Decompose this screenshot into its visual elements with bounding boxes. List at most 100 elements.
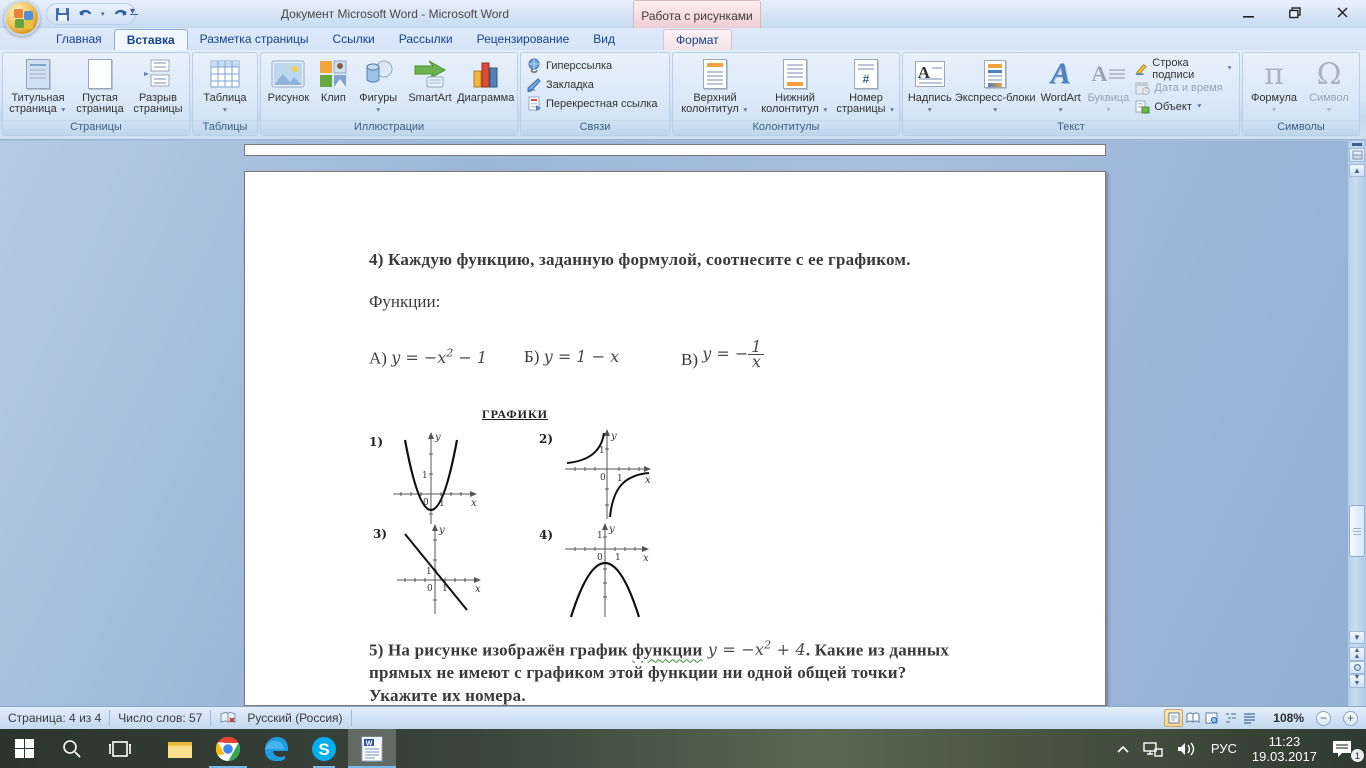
select-browse-object-button[interactable] bbox=[1349, 661, 1365, 674]
bookmark-icon bbox=[527, 78, 541, 92]
office-logo-icon bbox=[24, 20, 33, 29]
svg-text:1: 1 bbox=[599, 446, 605, 456]
ruler-toggle-button[interactable] bbox=[1349, 148, 1365, 162]
file-explorer-button[interactable] bbox=[156, 729, 204, 768]
scroll-up-icon[interactable]: ▲ bbox=[1349, 164, 1365, 177]
wordart-button[interactable]: А WordArt ▼ bbox=[1036, 55, 1086, 119]
language-indicator[interactable]: Русский (Россия) bbox=[247, 711, 342, 725]
page-break-button[interactable]: Разрыв страницы bbox=[129, 55, 187, 119]
graph2-hyperbola: y x 1 0 1 bbox=[565, 429, 651, 519]
split-handle[interactable] bbox=[1352, 143, 1362, 146]
footer-button[interactable]: Нижний колонтитул ▼ bbox=[755, 55, 835, 119]
tab-review[interactable]: Рецензирование bbox=[465, 29, 582, 50]
view-fullscreen-reading-button[interactable] bbox=[1183, 709, 1202, 727]
quick-parts-button[interactable]: Экспресс-блоки ▼ bbox=[955, 55, 1036, 119]
title-page-icon bbox=[26, 57, 50, 91]
view-draft-button[interactable] bbox=[1240, 709, 1259, 727]
zoom-level[interactable]: 108% bbox=[1273, 711, 1304, 725]
wordart-icon: А bbox=[1050, 57, 1071, 90]
office-logo-icon bbox=[24, 11, 33, 20]
date-time-button[interactable]: Дата и время bbox=[1131, 78, 1237, 97]
picture-button[interactable]: Рисунок bbox=[263, 55, 314, 119]
shapes-button[interactable]: Фигуры ▼ bbox=[353, 55, 404, 119]
volume-icon[interactable] bbox=[1170, 729, 1204, 768]
page-number-icon: # bbox=[854, 57, 878, 91]
scroll-track-upper[interactable] bbox=[1348, 177, 1366, 503]
clock[interactable]: 11:23 19.03.2017 bbox=[1244, 734, 1325, 764]
group-label-illustrations: Иллюстрации bbox=[261, 120, 517, 135]
scroll-track-lower[interactable] bbox=[1348, 559, 1366, 631]
table-button[interactable]: Таблица ▼ bbox=[196, 55, 254, 119]
graph1-parabola-up: y x 1 0 1 bbox=[393, 432, 477, 524]
chevron-down-icon: ▼ bbox=[1057, 107, 1065, 114]
chevron-down-icon: ▼ bbox=[1270, 107, 1278, 114]
document-area[interactable]: 4) Каждую функцию, заданную формулой, со… bbox=[0, 141, 1348, 706]
language-tray-indicator[interactable]: РУС bbox=[1204, 729, 1244, 768]
blank-page-button[interactable]: Пустая страница bbox=[71, 55, 129, 119]
title-page-button[interactable]: Титульная страница ▼ bbox=[5, 55, 71, 119]
word-count[interactable]: Число слов: 57 bbox=[118, 711, 202, 725]
zoom-in-button[interactable]: + bbox=[1343, 710, 1358, 726]
view-web-layout-button[interactable] bbox=[1202, 709, 1221, 727]
header-button[interactable]: Верхний колонтитул ▼ bbox=[675, 55, 755, 119]
page-indicator[interactable]: Страница: 4 из 4 bbox=[8, 711, 101, 725]
group-symbols: π Формула ▼ Ω Символ ▼ Символы bbox=[1242, 52, 1360, 136]
proofing-icon[interactable] bbox=[219, 711, 237, 725]
tab-view[interactable]: Вид bbox=[581, 29, 627, 50]
object-icon bbox=[1135, 100, 1150, 113]
signature-line-button[interactable]: Строка подписи ▼ bbox=[1131, 57, 1237, 81]
tab-page-layout[interactable]: Разметка страницы bbox=[188, 29, 321, 50]
start-button[interactable] bbox=[0, 729, 48, 768]
network-icon[interactable] bbox=[1136, 729, 1170, 768]
drop-cap-button[interactable]: А Буквица ▼ bbox=[1085, 55, 1131, 119]
task-view-button[interactable] bbox=[96, 729, 144, 768]
edge-button[interactable] bbox=[252, 729, 300, 768]
next-page-button[interactable]: ▼ ▼ bbox=[1349, 674, 1365, 688]
vertical-scrollbar[interactable]: ▲ ▼ ▲ ▲ ▼ ▼ bbox=[1348, 141, 1366, 706]
svg-text:x: x bbox=[471, 498, 477, 509]
scrollbar-thumb[interactable] bbox=[1349, 505, 1365, 557]
office-button[interactable] bbox=[4, 0, 40, 36]
tab-insert[interactable]: Вставка bbox=[113, 29, 188, 50]
object-button[interactable]: Объект ▼ bbox=[1131, 97, 1237, 116]
svg-text:1: 1 bbox=[597, 531, 603, 541]
svg-text:y: y bbox=[434, 432, 441, 443]
hyperlink-button[interactable]: Гиперссылка bbox=[523, 56, 616, 75]
restore-button[interactable] bbox=[1280, 0, 1310, 26]
action-center-button[interactable]: 1 bbox=[1325, 729, 1366, 768]
previous-page-button[interactable]: ▲ ▲ bbox=[1349, 647, 1365, 661]
chevron-down-icon: ▼ bbox=[59, 107, 67, 114]
smartart-button[interactable]: SmartArt bbox=[404, 55, 457, 119]
chrome-button[interactable] bbox=[204, 729, 252, 768]
clipart-button[interactable]: Клип bbox=[314, 55, 353, 119]
shapes-icon bbox=[361, 57, 395, 91]
chevron-down-icon: ▼ bbox=[741, 107, 749, 114]
minimize-button[interactable] bbox=[1234, 0, 1264, 26]
tab-mailings[interactable]: Рассылки bbox=[387, 29, 465, 50]
equation-button[interactable]: π Формула ▼ bbox=[1246, 55, 1302, 119]
skype-button[interactable]: S bbox=[300, 729, 348, 768]
document-page[interactable]: 4) Каждую функцию, заданную формулой, со… bbox=[244, 171, 1106, 706]
chart-button[interactable]: Диаграмма bbox=[456, 55, 515, 119]
view-outline-button[interactable] bbox=[1221, 709, 1240, 727]
hidden-icons-chevron[interactable] bbox=[1110, 729, 1136, 768]
tab-format[interactable]: Формат bbox=[663, 29, 732, 50]
close-button[interactable] bbox=[1328, 0, 1358, 26]
symbol-button[interactable]: Ω Символ ▼ bbox=[1302, 55, 1356, 119]
zoom-out-button[interactable]: − bbox=[1316, 710, 1331, 726]
browse-object-icon bbox=[1353, 664, 1361, 671]
tray-time: 11:23 bbox=[1268, 733, 1301, 749]
textbox-icon: А bbox=[914, 57, 945, 91]
page-number-button[interactable]: # Номер страницы ▼ bbox=[835, 55, 897, 119]
bookmark-button[interactable]: Закладка bbox=[523, 75, 598, 94]
view-print-layout-button[interactable] bbox=[1164, 709, 1184, 727]
tab-references[interactable]: Ссылки bbox=[321, 29, 387, 50]
date-time-icon bbox=[1135, 82, 1151, 95]
office-logo-icon bbox=[15, 19, 24, 28]
scroll-down-icon[interactable]: ▼ bbox=[1349, 631, 1365, 644]
textbox-button[interactable]: А Надпись ▼ bbox=[905, 55, 955, 119]
word-taskbar-button[interactable]: W bbox=[348, 729, 396, 768]
tab-home[interactable]: Главная bbox=[44, 29, 114, 50]
search-icon[interactable] bbox=[48, 729, 96, 768]
cross-reference-button[interactable]: Перекрестная ссылка bbox=[523, 94, 662, 113]
